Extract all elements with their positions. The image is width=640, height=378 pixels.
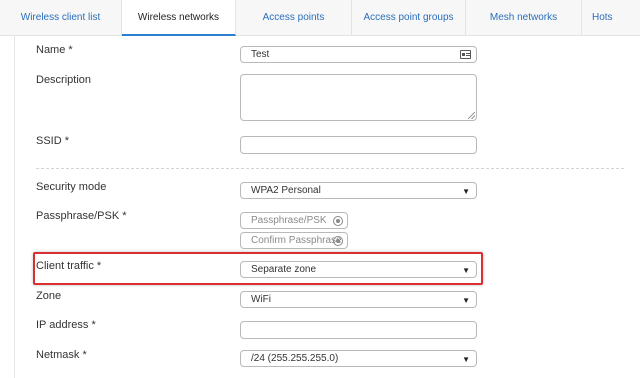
passphrase-label: Passphrase/PSK * xyxy=(36,210,127,222)
chevron-down-icon: ▼ xyxy=(462,187,470,196)
zone-value: WiFi xyxy=(251,294,271,305)
confirm-passphrase-input[interactable]: Confirm Passphrase xyxy=(240,232,348,249)
security-mode-value: WPA2 Personal xyxy=(251,185,321,196)
tab-mesh-networks[interactable]: Mesh networks xyxy=(466,0,582,36)
tab-access-point-groups[interactable]: Access point groups xyxy=(352,0,466,36)
description-textarea[interactable] xyxy=(240,74,477,121)
zone-label: Zone xyxy=(36,290,62,302)
netmask-label: Netmask * xyxy=(36,349,87,361)
tab-wireless-client-list[interactable]: Wireless client list xyxy=(0,0,122,36)
name-value: Test xyxy=(251,49,270,60)
show-password-icon[interactable] xyxy=(333,216,343,226)
netmask-select[interactable]: /24 (255.255.255.0) ▼ xyxy=(240,350,477,367)
tab-access-points[interactable]: Access points xyxy=(236,0,352,36)
description-label: Description xyxy=(36,74,92,86)
chevron-down-icon: ▼ xyxy=(462,266,470,275)
show-confirm-password-icon[interactable] xyxy=(333,236,343,246)
client-traffic-label: Client traffic * xyxy=(36,260,102,272)
ip-address-input[interactable] xyxy=(240,321,477,339)
confirm-passphrase-placeholder: Confirm Passphrase xyxy=(251,235,342,246)
passphrase-placeholder: Passphrase/PSK xyxy=(251,215,327,226)
ip-address-label: IP address * xyxy=(36,319,96,331)
zone-select[interactable]: WiFi ▼ xyxy=(240,291,477,308)
id-card-icon[interactable] xyxy=(460,50,471,59)
chevron-down-icon: ▼ xyxy=(462,355,470,364)
tab-hotspots[interactable]: Hots xyxy=(582,0,640,36)
name-label: Name * xyxy=(36,44,73,56)
ssid-label: SSID * xyxy=(36,135,70,147)
client-traffic-select[interactable]: Separate zone ▼ xyxy=(240,261,477,278)
resize-handle-icon[interactable] xyxy=(468,112,475,119)
passphrase-input[interactable]: Passphrase/PSK xyxy=(240,212,348,229)
netmask-value: /24 (255.255.255.0) xyxy=(251,353,339,364)
ssid-input[interactable] xyxy=(240,136,477,154)
tab-bar: Wireless client list Wireless networks A… xyxy=(0,0,640,36)
section-divider xyxy=(36,168,624,169)
name-input[interactable]: Test xyxy=(240,46,477,63)
security-mode-label: Security mode xyxy=(36,181,107,193)
tab-wireless-networks[interactable]: Wireless networks xyxy=(122,0,236,36)
security-mode-select[interactable]: WPA2 Personal ▼ xyxy=(240,182,477,199)
chevron-down-icon: ▼ xyxy=(462,296,470,305)
client-traffic-value: Separate zone xyxy=(251,264,317,275)
